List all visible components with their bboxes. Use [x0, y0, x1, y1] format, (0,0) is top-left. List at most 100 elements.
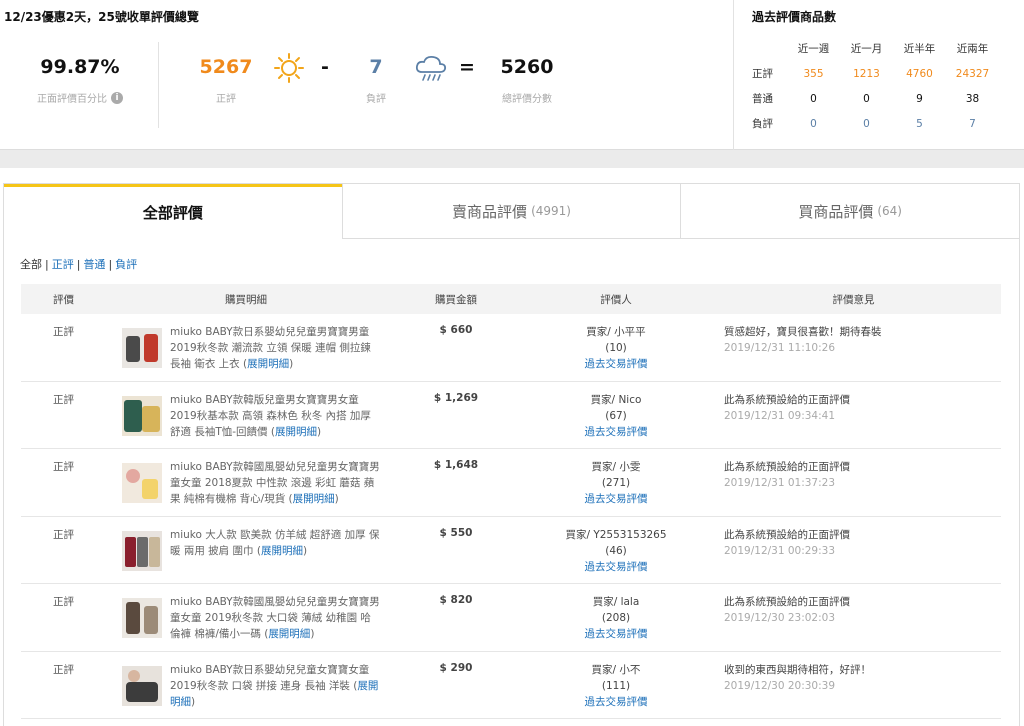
- past-transactions-link[interactable]: 過去交易評價: [585, 561, 648, 573]
- rater-name: 買家/ 小不: [591, 663, 641, 676]
- rater-name: 買家/ 小雯: [591, 461, 641, 473]
- product-title: miuko BABY款日系嬰幼兒兒童女寶寶女童 2019秋冬款 口袋 拼接 連身…: [170, 663, 370, 692]
- expand-detail-link[interactable]: 展開明細: [275, 426, 317, 438]
- rating-summary: 12/23優惠2天，25號收單評價總覽 99.87% 正面評價百分比 i 526…: [0, 0, 1024, 150]
- filter-all[interactable]: 全部: [20, 258, 42, 271]
- tab-seller-ratings[interactable]: 賣商品評價 (4991): [341, 184, 681, 239]
- row-item: miuko BABY款日系嬰幼兒兒童男寶寶男童 2019秋冬款 潮流款 立領 保…: [106, 314, 386, 381]
- table-row: 正評 miuko BABY款韓版兒童男女寶寶男女童 2019秋基本款 高領 森林…: [21, 382, 1001, 449]
- tab-count: (64): [877, 204, 902, 218]
- positive-pct-value: 99.87%: [40, 56, 120, 78]
- product-thumbnail[interactable]: [122, 395, 162, 436]
- expand-detail-link[interactable]: 展開明細: [268, 628, 310, 640]
- past-cell: 5: [916, 117, 923, 130]
- negative-stat: 7 負評: [346, 56, 406, 105]
- rating-tabs: 全部評價 賣商品評價 (4991) 買商品評價 (64): [4, 184, 1020, 239]
- section-separator: [0, 150, 1024, 168]
- expand-detail-link[interactable]: 展開明細: [293, 493, 335, 505]
- row-rater: 買家/ Y2553153265 (46) 過去交易評價: [526, 517, 706, 584]
- past-header: 近半年: [903, 43, 936, 55]
- header-rate: 評價: [53, 293, 74, 306]
- past-rating-grid: 近一週 近一月 近半年 近兩年 正評 355 1213 4760 24327 普…: [752, 36, 1012, 136]
- row-rater: 買家/ 小雯 (271) 過去交易評價: [526, 449, 706, 516]
- expand-detail-link[interactable]: 展開明細: [247, 358, 289, 370]
- row-comment: 收到的東西與期待相符，好評！ 2019/12/30 20:30:39: [706, 652, 1001, 719]
- row-comment: 此為系統預設給的正面評價 2019/12/31 09:34:41: [706, 382, 1001, 449]
- past-transactions-link[interactable]: 過去交易評價: [585, 358, 648, 370]
- product-title: miuko BABY款韓版兒童男女寶寶男女童 2019秋基本款 高領 森林色 秋…: [170, 393, 371, 438]
- product-thumbnail[interactable]: [122, 463, 162, 503]
- past-transactions-link[interactable]: 過去交易評價: [585, 493, 648, 505]
- product-description: miuko BABY款韓版兒童男女寶寶男女童 2019秋基本款 高領 森林色 秋…: [170, 393, 371, 438]
- comment-date: 2019/12/31 01:37:23: [724, 477, 836, 489]
- filter-positive[interactable]: 正評: [52, 258, 74, 271]
- row-rater: 買家/ lala (208) 過去交易評價: [526, 584, 706, 651]
- filter-negative[interactable]: 負評: [115, 258, 137, 271]
- rater-name: 買家/ lala: [592, 596, 640, 608]
- past-cell: 0: [863, 92, 870, 105]
- rater-count: (46): [605, 544, 627, 557]
- row-rater: 買家/ 小平平 (10) 過去交易評價: [526, 314, 706, 381]
- summary-divider: [158, 42, 159, 128]
- minus-sign: -: [321, 56, 329, 78]
- row-rater: 買家/ 小不 (111) 過去交易評價: [526, 652, 706, 719]
- info-icon[interactable]: i: [111, 91, 123, 104]
- past-transactions-link[interactable]: 過去交易評價: [585, 696, 648, 708]
- row-item: miuko BABY款韓國風嬰幼兒兒童男女寶寶男童女童 2019秋冬款 大口袋 …: [106, 584, 386, 651]
- past-transactions-link[interactable]: 過去交易評價: [585, 628, 648, 640]
- past-cell: 0: [810, 117, 817, 130]
- filter-neutral[interactable]: 普通: [83, 258, 105, 271]
- product-description: miuko BABY款日系嬰幼兒兒童男寶寶男童 2019秋冬款 潮流款 立領 保…: [170, 326, 371, 370]
- past-header: 近一週: [797, 43, 830, 55]
- past-divider: [733, 0, 734, 150]
- total-stat: 5260 總評價分數: [492, 56, 562, 105]
- past-row-label: 正評: [752, 68, 773, 80]
- product-description: miuko BABY款韓國風嬰幼兒兒童男女寶寶男童女童 2019秋冬款 大口袋 …: [170, 596, 380, 640]
- tab-buyer-ratings[interactable]: 買商品評價 (64): [680, 184, 1020, 239]
- row-amount: $ 550: [439, 526, 473, 539]
- comment-text: 此為系統預設給的正面評價: [724, 461, 850, 473]
- table-row: 正評 miuko BABY款日系嬰幼兒兒童男寶寶男童 2019秋冬款 潮流款 立…: [21, 314, 1001, 382]
- row-comment: 此為系統預設給的正面評價 2019/12/30 23:02:03: [706, 584, 1001, 651]
- row-item: miuko BABY款韓版兒童男女寶寶男女童 2019秋基本款 高領 森林色 秋…: [106, 382, 386, 449]
- row-item: miuko BABY款韓國風嬰幼兒兒童男女寶寶男童女童 2018夏款 中性款 滾…: [106, 449, 386, 516]
- negative-count: 7: [369, 56, 383, 78]
- rater-count: (271): [601, 477, 631, 489]
- past-row-negative: 負評 0 0 5 7: [752, 111, 1012, 136]
- product-thumbnail[interactable]: [122, 530, 162, 571]
- past-cell: 38: [965, 92, 980, 105]
- comment-date: 2019/12/30 23:02:03: [724, 612, 836, 624]
- past-cell: 0: [863, 117, 870, 130]
- expand-detail-link[interactable]: 展開明細: [261, 545, 303, 557]
- comment-date: 2019/12/31 00:29:33: [724, 544, 836, 557]
- rating-filters: 全部 | 正評 | 普通 | 負評: [20, 258, 138, 271]
- row-comment: 此為系統預設給的正面評價 2019/12/31 00:29:33: [706, 517, 1001, 584]
- ratings-panel: 全部評價 賣商品評價 (4991) 買商品評價 (64) 全部 | 正評 | 普通 | 負評…: [3, 183, 1020, 726]
- row-rate: 正評: [53, 663, 74, 676]
- past-cell: 0: [810, 92, 817, 105]
- tab-all-ratings[interactable]: 全部評價: [4, 184, 342, 239]
- ratings-table: 評價 購買明細 購買金額 評價人 評價意見 正評 miuko BABY款日系嬰幼…: [21, 284, 1001, 719]
- product-thumbnail[interactable]: [122, 598, 162, 638]
- row-rate: 正評: [53, 326, 74, 338]
- past-cell: 4760: [906, 67, 933, 80]
- row-rate: 正評: [53, 528, 74, 541]
- summary-title: 12/23優惠2天，25號收單評價總覽: [4, 10, 199, 24]
- rater-count: (67): [605, 409, 627, 422]
- rater-name: 買家/ 小平平: [586, 326, 646, 338]
- product-thumbnail[interactable]: [122, 328, 162, 368]
- table-row: 正評 miuko BABY款日系嬰幼兒兒童女寶寶女童 2019秋冬款 口袋 拼接…: [21, 652, 1001, 719]
- past-row-label: 普通: [752, 93, 773, 105]
- past-header: 近一月: [850, 43, 883, 55]
- row-rate: 正評: [53, 596, 74, 608]
- past-transactions-link[interactable]: 過去交易評價: [585, 426, 648, 438]
- comment-date: 2019/12/30 20:30:39: [724, 679, 836, 692]
- product-thumbnail[interactable]: [122, 665, 162, 706]
- positive-percentage: 99.87% 正面評價百分比 i: [20, 56, 140, 106]
- past-header-row: 近一週 近一月 近半年 近兩年: [752, 36, 1012, 61]
- past-cell: 355: [803, 67, 824, 80]
- comment-text: 此為系統預設給的正面評價: [724, 528, 850, 541]
- table-row: 正評 miuko BABY款韓國風嬰幼兒兒童男女寶寶男童女童 2018夏款 中性…: [21, 449, 1001, 517]
- row-amount: $ 820: [439, 594, 473, 606]
- comment-text: 此為系統預設給的正面評價: [724, 596, 850, 608]
